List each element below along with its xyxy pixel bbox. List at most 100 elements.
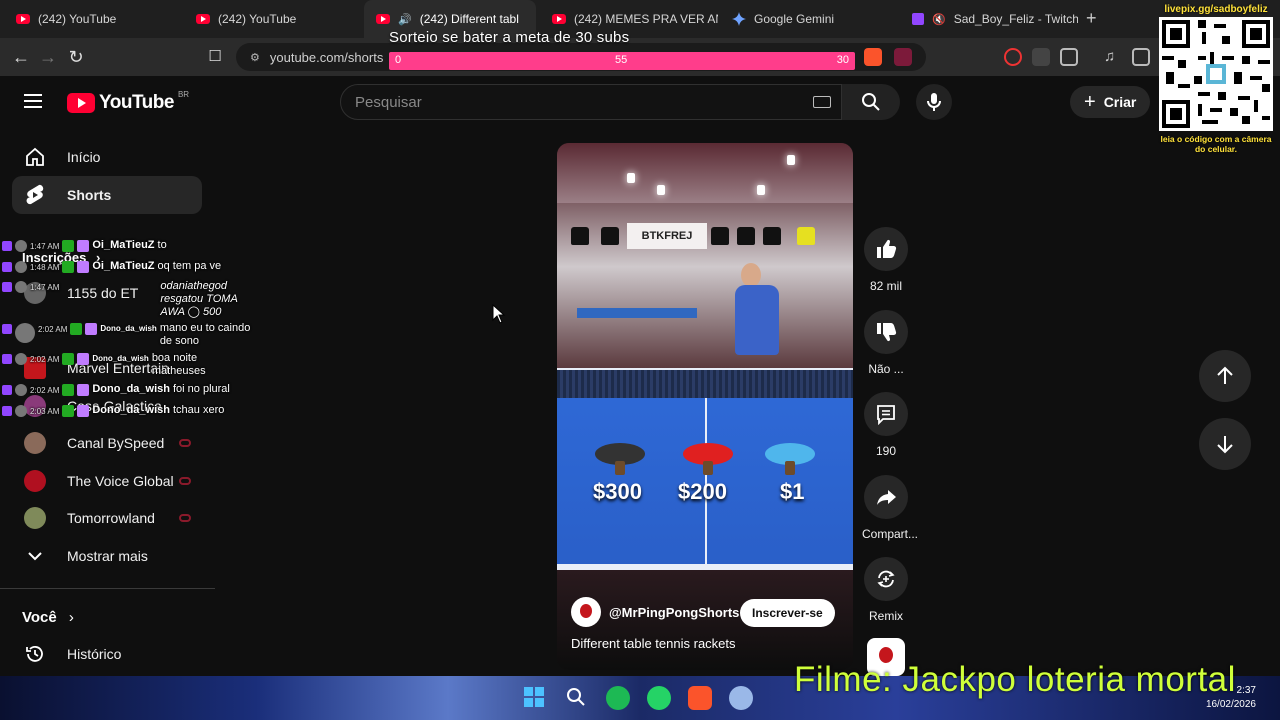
chat-avatar bbox=[15, 384, 27, 396]
channel-avatar bbox=[24, 432, 46, 454]
badge-icon bbox=[77, 240, 90, 252]
goal-start-value: 0 bbox=[395, 54, 402, 66]
sidebar-item-history[interactable]: Histórico bbox=[12, 635, 202, 673]
chat-avatar bbox=[15, 240, 27, 252]
background-table bbox=[577, 308, 697, 318]
sidebar: Início Shorts Inscrições › 1155 do ET Ma… bbox=[0, 132, 215, 672]
arrow-up-icon bbox=[1217, 366, 1233, 384]
reload-icon[interactable]: ↻ bbox=[65, 46, 87, 68]
wall-shirt bbox=[737, 227, 755, 245]
paddle-handle bbox=[785, 461, 795, 475]
chat-message: 1:48 AM Oi_MaTieuZ oq tem pa ve bbox=[2, 260, 262, 273]
brave-rewards-icon[interactable] bbox=[894, 48, 912, 66]
chat-text: boa noite matheuses bbox=[151, 352, 206, 377]
live-indicator-icon bbox=[179, 439, 191, 447]
subscribe-button[interactable]: Inscrever-se bbox=[740, 599, 835, 627]
clock-date: 16/02/2026 bbox=[1205, 699, 1256, 710]
wall-shirt bbox=[797, 227, 815, 245]
search-button[interactable] bbox=[842, 84, 900, 120]
dislike-button[interactable]: Não ... bbox=[862, 310, 910, 376]
youtube-icon bbox=[376, 14, 390, 24]
record-extension-icon[interactable] bbox=[1004, 48, 1022, 66]
you-section-header[interactable]: Você › bbox=[22, 609, 74, 626]
short-channel[interactable]: @MrPingPongShorts bbox=[571, 597, 739, 627]
search-input[interactable] bbox=[355, 93, 795, 111]
gemini-icon bbox=[732, 12, 746, 26]
chat-text: foi no plural bbox=[172, 383, 230, 395]
channel-handle[interactable]: @MrPingPongShorts bbox=[609, 605, 739, 620]
whatsapp-icon[interactable] bbox=[647, 686, 671, 710]
chat-timestamp: 2:02 AM bbox=[30, 386, 60, 395]
badge-icon bbox=[62, 405, 75, 417]
thumbs-up-icon bbox=[864, 227, 908, 271]
youtube-logo[interactable]: YouTube BR bbox=[67, 90, 189, 114]
back-arrow-icon[interactable]: ← bbox=[10, 46, 32, 68]
browser-tab[interactable]: 🔇 Sad_Boy_Feliz - Twitch bbox=[900, 0, 1078, 38]
sidebar-channel[interactable]: The Voice Global bbox=[12, 462, 202, 500]
badge-icon bbox=[77, 405, 90, 417]
tab-title: (242) MEMES PRA VER AN bbox=[574, 12, 718, 26]
remix-button[interactable]: Remix bbox=[862, 557, 910, 623]
channel-avatar bbox=[24, 470, 46, 492]
browser-tab[interactable]: (242) YouTube bbox=[184, 0, 362, 38]
arrow-down-icon bbox=[1217, 436, 1233, 454]
app-icon[interactable] bbox=[729, 686, 753, 710]
short-title[interactable]: Different table tennis rackets bbox=[571, 636, 736, 651]
sidebar-item-home[interactable]: Início bbox=[12, 138, 202, 176]
chat-timestamp: 1:47 AM bbox=[30, 242, 60, 251]
chat-text: mano eu to caindo de sono bbox=[159, 322, 251, 347]
chat-username: Oi_MaTieuZ bbox=[92, 260, 155, 272]
brave-browser-icon[interactable] bbox=[688, 686, 712, 710]
chat-message: 2:02 AM Dono_da_wish mano eu to caindo d… bbox=[2, 322, 262, 348]
chat-text: oq tem pa ve bbox=[157, 260, 222, 272]
brave-shields-icon[interactable] bbox=[864, 48, 882, 66]
bookmark-icon[interactable]: ☐ bbox=[204, 46, 226, 68]
chat-text: tchau xero bbox=[172, 404, 225, 416]
qr-caption: leia o código com a câmera do celular. bbox=[1160, 134, 1272, 154]
close-tab-icon[interactable]: ✕ bbox=[535, 11, 536, 27]
channel-avatar[interactable] bbox=[571, 597, 601, 627]
forward-arrow-icon[interactable]: → bbox=[37, 46, 59, 68]
keyboard-icon[interactable] bbox=[813, 96, 831, 108]
shorts-icon bbox=[24, 184, 46, 206]
share-button[interactable]: Compart... bbox=[862, 475, 918, 541]
voice-search-button[interactable] bbox=[916, 84, 952, 120]
muted-speaker-icon: 🔇 bbox=[932, 13, 946, 26]
sidebar-item-label: Shorts bbox=[67, 187, 112, 203]
menu-icon[interactable] bbox=[24, 94, 42, 108]
create-button[interactable]: + Criar bbox=[1070, 86, 1151, 118]
screenshot-icon[interactable] bbox=[1060, 48, 1078, 66]
chat-text: to bbox=[157, 239, 167, 251]
previous-short-button[interactable] bbox=[1199, 350, 1251, 402]
like-button[interactable]: 82 mil bbox=[862, 227, 910, 293]
sidebar-item-shorts[interactable]: Shorts bbox=[12, 176, 202, 214]
sidebar-channel[interactable]: Tomorrowland bbox=[12, 499, 202, 537]
player-head bbox=[741, 263, 761, 287]
browser-tab[interactable]: (242) YouTube bbox=[4, 0, 182, 38]
windows-start-icon[interactable] bbox=[523, 686, 547, 710]
qr-code-image bbox=[1162, 20, 1270, 128]
wall-banner: BTKFREJ bbox=[627, 223, 707, 249]
spotify-icon[interactable] bbox=[606, 686, 630, 710]
badge-icon bbox=[62, 353, 75, 365]
new-tab-button[interactable]: + bbox=[1086, 8, 1097, 29]
extensions-icon[interactable] bbox=[1032, 48, 1050, 66]
movie-caption: Filme: Jackpo loteria mortal bbox=[794, 660, 1236, 699]
shorts-video-player[interactable]: BTKFREJ $300 $200 $1 @MrPingPongShorts I… bbox=[557, 143, 853, 670]
badge-icon bbox=[62, 240, 75, 252]
sidebar-toggle-icon[interactable] bbox=[1132, 48, 1150, 66]
browser-tab[interactable]: Google Gemini bbox=[720, 0, 898, 38]
taskbar-search-icon[interactable] bbox=[565, 686, 589, 710]
chat-timestamp: 2:02 AM bbox=[38, 325, 68, 334]
chat-timestamp: 1:47 AM bbox=[30, 283, 60, 292]
twitch-icon bbox=[2, 354, 12, 364]
chat-message: 2:03 AM Dono_da_wish tchau xero bbox=[2, 404, 262, 417]
tab-title: (242) Different tabl bbox=[419, 12, 519, 26]
sidebar-channel[interactable]: Canal BySpeed bbox=[12, 424, 202, 462]
wall-shirt bbox=[571, 227, 589, 245]
comments-button[interactable]: 190 bbox=[862, 392, 910, 458]
media-control-icon[interactable]: ♫ bbox=[1104, 48, 1122, 66]
next-short-button[interactable] bbox=[1199, 418, 1251, 470]
show-more-button[interactable]: Mostrar mais bbox=[12, 537, 202, 575]
site-settings-icon[interactable]: ⚙ bbox=[250, 51, 260, 64]
